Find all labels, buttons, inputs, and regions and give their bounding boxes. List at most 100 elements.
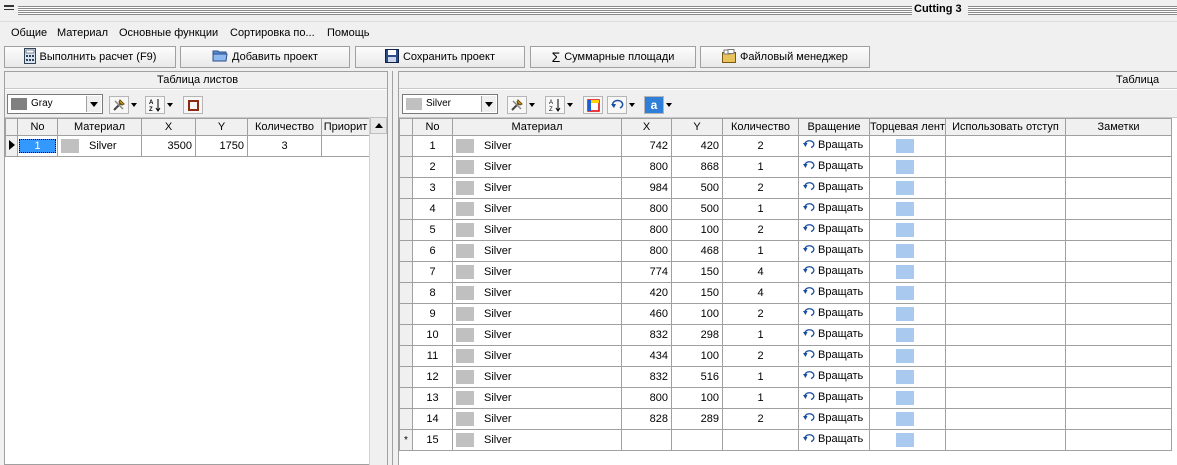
cell-rotation[interactable]: Вращать	[798, 324, 870, 346]
cell-y[interactable]: 100	[671, 387, 723, 409]
cell-rotation[interactable]: Вращать	[798, 303, 870, 325]
cell-material[interactable]: Silver	[452, 198, 622, 220]
table-row[interactable]: 9 Silver 460 100 2 Вращать	[399, 303, 1172, 325]
cell-quantity[interactable]: 2	[722, 177, 799, 199]
cell-material[interactable]: Silver	[57, 135, 142, 157]
chevron-down-icon[interactable]	[167, 103, 173, 107]
cell-no[interactable]: 2	[412, 156, 453, 178]
col-header-no[interactable]: No	[17, 118, 58, 136]
table-row[interactable]: * 15 Silver Вращать	[399, 429, 1172, 451]
cell-x[interactable]: 832	[621, 366, 672, 388]
cell-y[interactable]: 100	[671, 219, 723, 241]
cell-rotation[interactable]: Вращать	[798, 345, 870, 367]
run-calculation-button[interactable]: Выполнить расчет (F9)	[4, 46, 176, 68]
table-row[interactable]: 1 Silver 3500 1750 3	[5, 135, 370, 157]
cell-y[interactable]: 1750	[195, 135, 248, 157]
cell-rotation[interactable]: Вращать	[798, 198, 870, 220]
chevron-down-icon[interactable]	[666, 103, 672, 107]
cell-edge-band[interactable]	[869, 219, 946, 241]
cell-use-offset[interactable]	[945, 324, 1066, 346]
sheets-tools-button[interactable]	[109, 95, 137, 115]
sheets-color-button[interactable]	[183, 95, 203, 115]
cell-notes[interactable]	[1065, 177, 1172, 199]
cell-no[interactable]: 5	[412, 219, 453, 241]
table-row[interactable]: 1 Silver 742 420 2 Вращать	[399, 135, 1172, 157]
cell-edge-band[interactable]	[869, 261, 946, 283]
cell-material[interactable]: Silver	[452, 387, 622, 409]
details-rotate-button[interactable]	[607, 95, 635, 115]
cell-use-offset[interactable]	[945, 135, 1066, 157]
cell-x[interactable]: 3500	[141, 135, 196, 157]
cell-edge-band[interactable]	[869, 366, 946, 388]
cell-edge-band[interactable]	[869, 429, 946, 451]
cell-no[interactable]: 12	[412, 366, 453, 388]
cell-priority[interactable]	[321, 135, 370, 157]
cell-use-offset[interactable]	[945, 240, 1066, 262]
cell-notes[interactable]	[1065, 429, 1172, 451]
cell-rotation[interactable]: Вращать	[798, 261, 870, 283]
cell-x[interactable]: 420	[621, 282, 672, 304]
panel-splitter[interactable]	[388, 71, 398, 465]
cell-material[interactable]: Silver	[452, 324, 622, 346]
cell-x[interactable]: 800	[621, 219, 672, 241]
cell-rotation[interactable]: Вращать	[798, 408, 870, 430]
col-header-edge-band[interactable]: Торцевая лент	[869, 118, 946, 136]
table-row[interactable]: 2 Silver 800 868 1 Вращать	[399, 156, 1172, 178]
cell-notes[interactable]	[1065, 198, 1172, 220]
cell-notes[interactable]	[1065, 261, 1172, 283]
add-project-button[interactable]: Добавить проект	[180, 46, 350, 68]
cell-quantity[interactable]: 2	[722, 303, 799, 325]
cell-quantity[interactable]: 4	[722, 261, 799, 283]
cell-x[interactable]: 832	[621, 324, 672, 346]
cell-quantity[interactable]: 1	[722, 324, 799, 346]
cell-y[interactable]: 100	[671, 303, 723, 325]
col-header-material[interactable]: Материал	[452, 118, 622, 136]
cell-notes[interactable]	[1065, 156, 1172, 178]
cell-rotation[interactable]: Вращать	[798, 219, 870, 241]
cell-y[interactable]	[671, 429, 723, 451]
scroll-up-icon[interactable]	[370, 117, 387, 134]
col-header-x[interactable]: X	[141, 118, 196, 136]
cell-no[interactable]: 4	[412, 198, 453, 220]
cell-notes[interactable]	[1065, 408, 1172, 430]
cell-edge-band[interactable]	[869, 240, 946, 262]
cell-material[interactable]: Silver	[452, 408, 622, 430]
cell-y[interactable]: 500	[671, 177, 723, 199]
details-color-button[interactable]	[583, 95, 603, 115]
cell-no[interactable]: 1	[17, 135, 58, 157]
cell-edge-band[interactable]	[869, 345, 946, 367]
cell-y[interactable]: 468	[671, 240, 723, 262]
table-row[interactable]: 10 Silver 832 298 1 Вращать	[399, 324, 1172, 346]
cell-quantity[interactable]: 2	[722, 408, 799, 430]
cell-material[interactable]: Silver	[452, 177, 622, 199]
sheets-scrollbar[interactable]	[369, 117, 387, 465]
cell-y[interactable]: 516	[671, 366, 723, 388]
cell-rotation[interactable]: Вращать	[798, 156, 870, 178]
cell-edge-band[interactable]	[869, 177, 946, 199]
cell-y[interactable]: 420	[671, 135, 723, 157]
cell-quantity[interactable]: 2	[722, 345, 799, 367]
cell-edge-band[interactable]	[869, 387, 946, 409]
cell-edge-band[interactable]	[869, 408, 946, 430]
cell-use-offset[interactable]	[945, 156, 1066, 178]
cell-quantity[interactable]: 2	[722, 135, 799, 157]
table-row[interactable]: 12 Silver 832 516 1 Вращать	[399, 366, 1172, 388]
cell-quantity[interactable]: 3	[247, 135, 322, 157]
cell-quantity[interactable]: 4	[722, 282, 799, 304]
cell-no[interactable]: 9	[412, 303, 453, 325]
cell-material[interactable]: Silver	[452, 156, 622, 178]
details-tools-button[interactable]	[507, 95, 535, 115]
chevron-down-icon[interactable]	[481, 96, 496, 112]
cell-rotation[interactable]: Вращать	[798, 177, 870, 199]
col-header-quantity[interactable]: Количество	[722, 118, 799, 136]
cell-use-offset[interactable]	[945, 282, 1066, 304]
chevron-down-icon[interactable]	[629, 103, 635, 107]
cell-no[interactable]: 11	[412, 345, 453, 367]
sheets-sort-button[interactable]: AZ	[145, 95, 173, 115]
table-row[interactable]: 13 Silver 800 100 1 Вращать	[399, 387, 1172, 409]
cell-edge-band[interactable]	[869, 324, 946, 346]
cell-material[interactable]: Silver	[452, 240, 622, 262]
cell-material[interactable]: Silver	[452, 303, 622, 325]
cell-no[interactable]: 1	[412, 135, 453, 157]
table-row[interactable]: 11 Silver 434 100 2 Вращать	[399, 345, 1172, 367]
